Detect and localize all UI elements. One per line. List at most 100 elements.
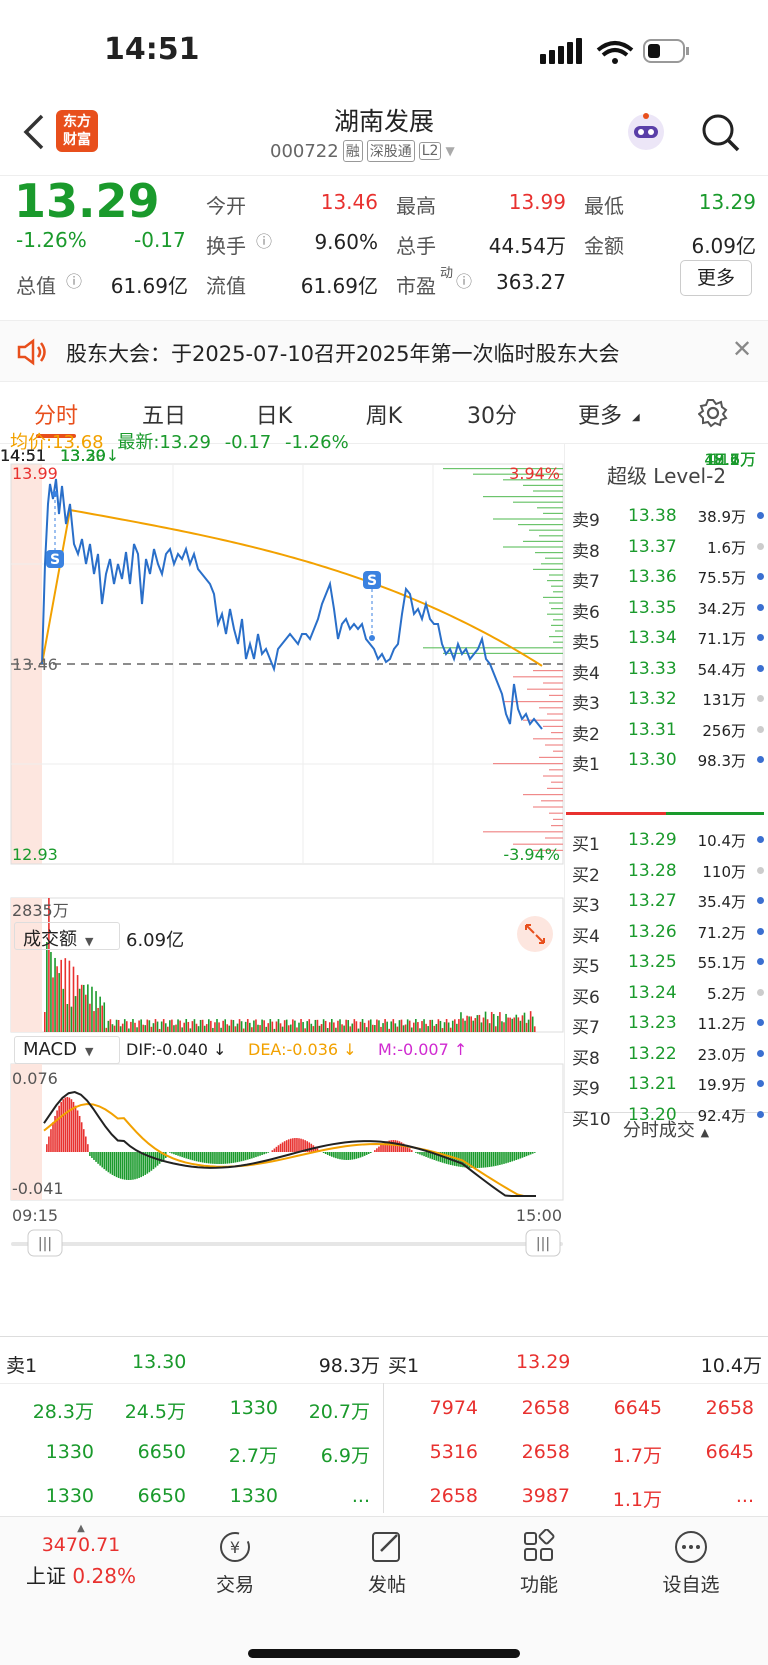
depth-bar bbox=[483, 496, 563, 498]
buy-level-6[interactable]: 买6 13.24 5.2万 bbox=[572, 979, 768, 1009]
buy-order-cell: ... bbox=[735, 1485, 754, 1507]
more-button[interactable]: 更多 bbox=[680, 260, 752, 296]
tab-daily[interactable]: 日K bbox=[234, 398, 314, 430]
macd-indicator-select[interactable]: MACD ▼ bbox=[14, 1036, 120, 1064]
sell-level-4[interactable]: 卖6 13.35 34.2万 bbox=[572, 594, 768, 624]
divider bbox=[0, 1383, 768, 1384]
volume-total: 6.09亿 bbox=[126, 930, 185, 951]
buy-order-cell: 2658 bbox=[429, 1485, 478, 1507]
svg-text:¥: ¥ bbox=[230, 1538, 240, 1557]
function-button[interactable]: 功能 bbox=[484, 1528, 594, 1597]
buy-level-7[interactable]: 买7 13.23 11.2万 bbox=[572, 1009, 768, 1039]
sell-level-3[interactable]: 卖7 13.36 75.5万 bbox=[572, 563, 768, 593]
volume-bar bbox=[197, 1026, 200, 1032]
sell-order-cell: 2.7万 bbox=[228, 1445, 278, 1467]
index-widget[interactable]: ▲ 3470.71 上证 0.28% bbox=[6, 1523, 156, 1589]
macd-bar bbox=[109, 1152, 112, 1174]
buy-level-1[interactable]: 买1 13.29 10.4万 bbox=[572, 826, 768, 856]
sell-level-1[interactable]: 卖9 13.38 38.9万 bbox=[572, 502, 768, 532]
sell-level-6[interactable]: 卖4 13.33 54.4万 bbox=[572, 655, 768, 685]
sell-level-5[interactable]: 卖5 13.34 71.1万 bbox=[572, 624, 768, 654]
volume-bar bbox=[376, 1019, 378, 1032]
info-icon[interactable]: ⓘ bbox=[456, 268, 472, 292]
sell-order-cell: ... bbox=[351, 1485, 370, 1507]
buy-level-4[interactable]: 买4 13.26 71.2万 bbox=[572, 918, 768, 948]
range-handle-left[interactable]: ||| bbox=[27, 1229, 63, 1257]
buy-level-9[interactable]: 买9 13.21 19.9万 bbox=[572, 1070, 768, 1100]
search-icon[interactable] bbox=[700, 112, 742, 154]
volume-bar bbox=[513, 1017, 516, 1032]
volume-indicator-select[interactable]: 成交额 ▼ bbox=[14, 922, 120, 950]
macd-bar bbox=[123, 1152, 126, 1180]
volume-bar bbox=[70, 1006, 73, 1032]
buy-order-cell: 3987 bbox=[521, 1485, 570, 1507]
sell-level-2[interactable]: 卖8 13.37 1.6万 bbox=[572, 533, 768, 563]
sell-level-7[interactable]: 卖3 13.32 131万 bbox=[572, 685, 768, 715]
stock-code-row: 000722 融 深股通 L2 ▼ bbox=[270, 140, 455, 162]
close-icon[interactable]: ✕ bbox=[732, 335, 752, 363]
expand-icon[interactable] bbox=[517, 916, 553, 952]
robot-assistant-icon[interactable] bbox=[624, 110, 668, 154]
post-button[interactable]: 发帖 bbox=[332, 1529, 442, 1597]
macd-bar bbox=[421, 1152, 423, 1156]
add-watchlist-button[interactable]: 设自选 bbox=[636, 1529, 746, 1597]
macd-bar bbox=[271, 1150, 274, 1152]
buy-order-cell: 1.7万 bbox=[612, 1445, 662, 1467]
info-icon[interactable]: ⓘ bbox=[256, 228, 272, 252]
info-icon[interactable]: ⓘ bbox=[66, 268, 82, 292]
macd-bar bbox=[515, 1152, 518, 1160]
level-label: 卖5 bbox=[572, 633, 600, 653]
volume-bar bbox=[74, 996, 77, 1032]
volume-bar bbox=[156, 1021, 159, 1032]
volume-bar bbox=[372, 1024, 374, 1032]
buy-level-3[interactable]: 买3 13.27 35.4万 bbox=[572, 887, 768, 917]
sell-signal-marker[interactable]: S bbox=[363, 571, 381, 641]
volume-bar bbox=[456, 1023, 458, 1032]
range-handle-right[interactable]: ||| bbox=[525, 1229, 561, 1257]
back-icon[interactable] bbox=[22, 114, 46, 150]
level-label: 买8 bbox=[572, 1048, 600, 1069]
volume-bar bbox=[257, 1024, 259, 1032]
settings-gear-icon[interactable] bbox=[698, 398, 728, 428]
volume-bar bbox=[123, 1019, 126, 1032]
price-chart-canvas[interactable]: S S 13.99 13.46 12.93 3.94% -3.94% 2835万… bbox=[0, 444, 572, 1324]
volume-bar bbox=[290, 1024, 292, 1032]
macd-bar bbox=[76, 1110, 79, 1152]
tab-more[interactable]: 更多 bbox=[560, 398, 640, 430]
macd-bar bbox=[495, 1152, 497, 1166]
notice-bar[interactable]: 股东大会：于2025-07-10召开2025年第一次临时股东大会 ✕ bbox=[0, 320, 768, 382]
volume-bar bbox=[271, 1021, 274, 1032]
dropdown-icon[interactable]: ▼ bbox=[445, 144, 454, 158]
level-volume: 1.6万 bbox=[707, 538, 746, 557]
volume-bar bbox=[208, 1019, 210, 1032]
volume-bar bbox=[265, 1026, 267, 1032]
buy-level-2[interactable]: 买2 13.28 110万 bbox=[572, 857, 768, 887]
macd-bar bbox=[277, 1145, 280, 1152]
macd-bar bbox=[115, 1152, 118, 1178]
sell-level-8[interactable]: 卖2 13.31 256万 bbox=[572, 716, 768, 746]
tab-weekly[interactable]: 周K bbox=[344, 398, 424, 430]
sell-order-cell: 6650 bbox=[137, 1485, 186, 1507]
tab-intraday[interactable]: 分时 bbox=[16, 398, 96, 430]
tab-5day[interactable]: 五日 bbox=[124, 398, 204, 430]
pe-value: 363.27 bbox=[496, 270, 566, 294]
volume-bar bbox=[152, 1023, 155, 1032]
volume-bar bbox=[427, 1026, 429, 1032]
volume-bar bbox=[511, 1018, 513, 1032]
quote-panel: 13.29 -1.26% -0.17 总值 ⓘ 61.69亿 今开 13.46 … bbox=[0, 174, 768, 320]
macd-bar bbox=[121, 1152, 124, 1180]
volume-bar bbox=[462, 1018, 464, 1032]
tab-30min[interactable]: 30分 bbox=[452, 398, 532, 430]
volume-bar bbox=[433, 1025, 436, 1032]
volume-bar bbox=[300, 1019, 302, 1032]
level-label: 买10 bbox=[572, 1109, 611, 1130]
level-volume: 110万 bbox=[702, 862, 746, 881]
trade-button[interactable]: ¥ 交易 bbox=[180, 1529, 290, 1597]
buy-level-5[interactable]: 买5 13.25 55.1万 bbox=[572, 948, 768, 978]
sell-level-9[interactable]: 卖1 13.30 98.3万 bbox=[572, 746, 768, 776]
buy-level-10[interactable]: 买10 13.20 92.4万 bbox=[572, 1101, 768, 1131]
buy-level-8[interactable]: 买8 13.22 23.0万 bbox=[572, 1040, 768, 1070]
volume-bar bbox=[351, 1023, 354, 1032]
trade-volume: 48.5万 bbox=[704, 450, 756, 469]
volume-bar bbox=[193, 1019, 196, 1032]
